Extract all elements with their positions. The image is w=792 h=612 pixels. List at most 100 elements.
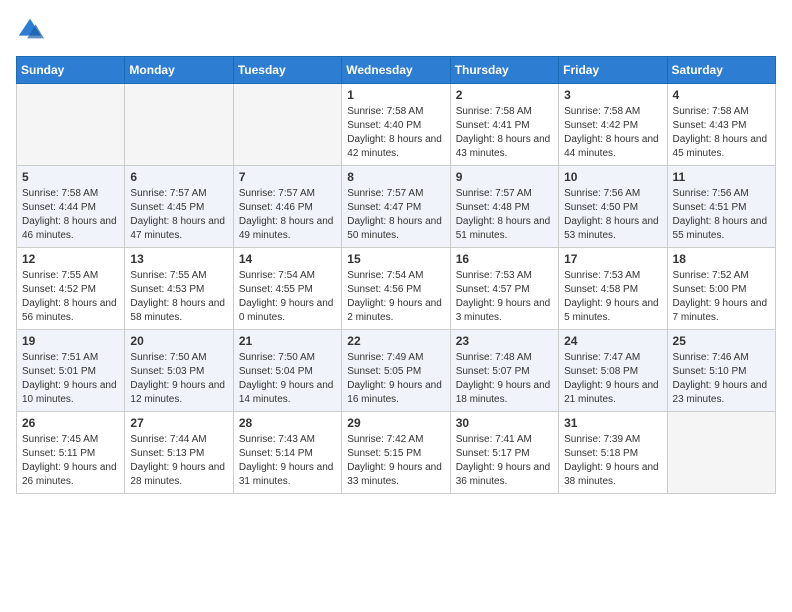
calendar-cell: 3 Sunrise: 7:58 AM Sunset: 4:42 PM Daylig…: [559, 84, 667, 166]
day-content: Sunrise: 7:51 AM Sunset: 5:01 PM Dayligh…: [22, 351, 119, 407]
calendar-week-2: 5 Sunrise: 7:58 AM Sunset: 4:44 PM Daylig…: [17, 166, 776, 248]
day-content: Sunrise: 7:57 AM Sunset: 4:45 PM Dayligh…: [130, 187, 227, 243]
calendar-cell: [17, 84, 125, 166]
day-content: Sunrise: 7:58 AM Sunset: 4:41 PM Dayligh…: [456, 105, 553, 161]
day-content: Sunrise: 7:41 AM Sunset: 5:17 PM Dayligh…: [456, 433, 553, 489]
calendar-week-1: 1 Sunrise: 7:58 AM Sunset: 4:40 PM Daylig…: [17, 84, 776, 166]
day-content: Sunrise: 7:54 AM Sunset: 4:56 PM Dayligh…: [347, 269, 444, 325]
day-number: 11: [673, 170, 770, 184]
day-content: Sunrise: 7:55 AM Sunset: 4:53 PM Dayligh…: [130, 269, 227, 325]
calendar-cell: [667, 412, 775, 494]
calendar-cell: 16 Sunrise: 7:53 AM Sunset: 4:57 PM Dayli…: [450, 248, 558, 330]
day-content: Sunrise: 7:49 AM Sunset: 5:05 PM Dayligh…: [347, 351, 444, 407]
day-content: Sunrise: 7:46 AM Sunset: 5:10 PM Dayligh…: [673, 351, 770, 407]
day-number: 26: [22, 416, 119, 430]
day-content: Sunrise: 7:58 AM Sunset: 4:43 PM Dayligh…: [673, 105, 770, 161]
day-number: 18: [673, 252, 770, 266]
calendar-cell: 10 Sunrise: 7:56 AM Sunset: 4:50 PM Dayli…: [559, 166, 667, 248]
calendar-week-4: 19 Sunrise: 7:51 AM Sunset: 5:01 PM Dayli…: [17, 330, 776, 412]
logo-icon: [16, 16, 44, 44]
calendar-cell: 14 Sunrise: 7:54 AM Sunset: 4:55 PM Dayli…: [233, 248, 341, 330]
day-content: Sunrise: 7:43 AM Sunset: 5:14 PM Dayligh…: [239, 433, 336, 489]
day-number: 5: [22, 170, 119, 184]
calendar-cell: 31 Sunrise: 7:39 AM Sunset: 5:18 PM Dayli…: [559, 412, 667, 494]
calendar-cell: 13 Sunrise: 7:55 AM Sunset: 4:53 PM Dayli…: [125, 248, 233, 330]
day-number: 8: [347, 170, 444, 184]
calendar-cell: 20 Sunrise: 7:50 AM Sunset: 5:03 PM Dayli…: [125, 330, 233, 412]
day-number: 20: [130, 334, 227, 348]
day-number: 3: [564, 88, 661, 102]
day-content: Sunrise: 7:58 AM Sunset: 4:40 PM Dayligh…: [347, 105, 444, 161]
day-content: Sunrise: 7:56 AM Sunset: 4:51 PM Dayligh…: [673, 187, 770, 243]
day-content: Sunrise: 7:44 AM Sunset: 5:13 PM Dayligh…: [130, 433, 227, 489]
day-content: Sunrise: 7:53 AM Sunset: 4:57 PM Dayligh…: [456, 269, 553, 325]
day-content: Sunrise: 7:50 AM Sunset: 5:03 PM Dayligh…: [130, 351, 227, 407]
day-content: Sunrise: 7:52 AM Sunset: 5:00 PM Dayligh…: [673, 269, 770, 325]
day-number: 13: [130, 252, 227, 266]
calendar-cell: 9Sunrise: 7:57 AM Sunset: 4:48 PM Daylig…: [450, 166, 558, 248]
day-number: 23: [456, 334, 553, 348]
day-content: Sunrise: 7:48 AM Sunset: 5:07 PM Dayligh…: [456, 351, 553, 407]
day-content: Sunrise: 7:42 AM Sunset: 5:15 PM Dayligh…: [347, 433, 444, 489]
day-number: 7: [239, 170, 336, 184]
day-number: 25: [673, 334, 770, 348]
day-header-wednesday: Wednesday: [342, 57, 450, 84]
day-content: Sunrise: 7:54 AM Sunset: 4:55 PM Dayligh…: [239, 269, 336, 325]
day-header-saturday: Saturday: [667, 57, 775, 84]
calendar-cell: 18 Sunrise: 7:52 AM Sunset: 5:00 PM Dayli…: [667, 248, 775, 330]
day-content: Sunrise: 7:47 AM Sunset: 5:08 PM Dayligh…: [564, 351, 661, 407]
day-number: 16: [456, 252, 553, 266]
day-number: 9: [456, 170, 553, 184]
calendar-cell: 17 Sunrise: 7:53 AM Sunset: 4:58 PM Dayli…: [559, 248, 667, 330]
calendar-cell: 5 Sunrise: 7:58 AM Sunset: 4:44 PM Daylig…: [17, 166, 125, 248]
calendar-cell: 21 Sunrise: 7:50 AM Sunset: 5:04 PM Dayli…: [233, 330, 341, 412]
calendar-cell: 4 Sunrise: 7:58 AM Sunset: 4:43 PM Daylig…: [667, 84, 775, 166]
calendar-cell: 23 Sunrise: 7:48 AM Sunset: 5:07 PM Dayli…: [450, 330, 558, 412]
calendar-cell: 11 Sunrise: 7:56 AM Sunset: 4:51 PM Dayli…: [667, 166, 775, 248]
day-number: 4: [673, 88, 770, 102]
day-number: 2: [456, 88, 553, 102]
calendar-cell: 19 Sunrise: 7:51 AM Sunset: 5:01 PM Dayli…: [17, 330, 125, 412]
calendar-cell: 7 Sunrise: 7:57 AM Sunset: 4:46 PM Daylig…: [233, 166, 341, 248]
day-content: Sunrise: 7:39 AM Sunset: 5:18 PM Dayligh…: [564, 433, 661, 489]
day-number: 14: [239, 252, 336, 266]
calendar-week-5: 26 Sunrise: 7:45 AM Sunset: 5:11 PM Dayli…: [17, 412, 776, 494]
day-header-monday: Monday: [125, 57, 233, 84]
day-content: Sunrise: 7:57 AM Sunset: 4:46 PM Dayligh…: [239, 187, 336, 243]
page-header: [16, 16, 776, 44]
day-number: 12: [22, 252, 119, 266]
day-number: 21: [239, 334, 336, 348]
day-number: 6: [130, 170, 227, 184]
calendar-cell: 2 Sunrise: 7:58 AM Sunset: 4:41 PM Daylig…: [450, 84, 558, 166]
day-number: 19: [22, 334, 119, 348]
calendar-cell: 28 Sunrise: 7:43 AM Sunset: 5:14 PM Dayli…: [233, 412, 341, 494]
day-content: Sunrise: 7:50 AM Sunset: 5:04 PM Dayligh…: [239, 351, 336, 407]
calendar-cell: 27Sunrise: 7:44 AM Sunset: 5:13 PM Dayli…: [125, 412, 233, 494]
day-content: Sunrise: 7:55 AM Sunset: 4:52 PM Dayligh…: [22, 269, 119, 325]
day-number: 22: [347, 334, 444, 348]
calendar-cell: 24Sunrise: 7:47 AM Sunset: 5:08 PM Dayli…: [559, 330, 667, 412]
day-content: Sunrise: 7:58 AM Sunset: 4:44 PM Dayligh…: [22, 187, 119, 243]
calendar-cell: 6 Sunrise: 7:57 AM Sunset: 4:45 PM Daylig…: [125, 166, 233, 248]
calendar-cell: 30Sunrise: 7:41 AM Sunset: 5:17 PM Dayli…: [450, 412, 558, 494]
day-header-tuesday: Tuesday: [233, 57, 341, 84]
calendar-cell: 29 Sunrise: 7:42 AM Sunset: 5:15 PM Dayli…: [342, 412, 450, 494]
calendar-table: SundayMondayTuesdayWednesdayThursdayFrid…: [16, 56, 776, 494]
day-number: 31: [564, 416, 661, 430]
day-content: Sunrise: 7:56 AM Sunset: 4:50 PM Dayligh…: [564, 187, 661, 243]
calendar-header-row: SundayMondayTuesdayWednesdayThursdayFrid…: [17, 57, 776, 84]
day-content: Sunrise: 7:53 AM Sunset: 4:58 PM Dayligh…: [564, 269, 661, 325]
calendar-cell: 8Sunrise: 7:57 AM Sunset: 4:47 PM Daylig…: [342, 166, 450, 248]
calendar-cell: [233, 84, 341, 166]
calendar-cell: 12 Sunrise: 7:55 AM Sunset: 4:52 PM Dayli…: [17, 248, 125, 330]
calendar-cell: 1 Sunrise: 7:58 AM Sunset: 4:40 PM Daylig…: [342, 84, 450, 166]
day-content: Sunrise: 7:45 AM Sunset: 5:11 PM Dayligh…: [22, 433, 119, 489]
day-content: Sunrise: 7:58 AM Sunset: 4:42 PM Dayligh…: [564, 105, 661, 161]
calendar-cell: 26 Sunrise: 7:45 AM Sunset: 5:11 PM Dayli…: [17, 412, 125, 494]
day-number: 29: [347, 416, 444, 430]
day-number: 1: [347, 88, 444, 102]
day-number: 17: [564, 252, 661, 266]
day-number: 28: [239, 416, 336, 430]
calendar-cell: 15Sunrise: 7:54 AM Sunset: 4:56 PM Dayli…: [342, 248, 450, 330]
day-number: 10: [564, 170, 661, 184]
